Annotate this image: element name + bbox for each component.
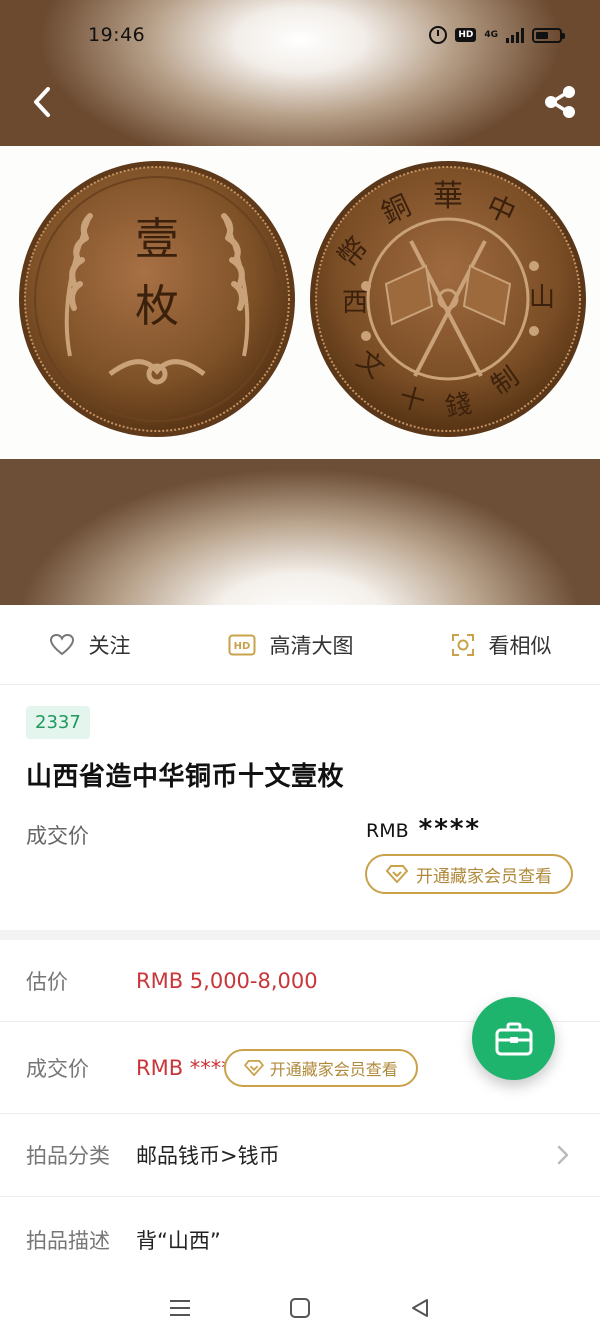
system-menu-button[interactable] [160,1293,200,1323]
back-triangle-icon [412,1299,428,1317]
reverse-left-char: 西 [342,288,368,318]
system-nav-bar [0,1283,600,1333]
status-icons: HD 4G [429,26,565,44]
deal-row-label: 成交价 [26,1056,89,1081]
share-icon [545,86,575,118]
description-value: 背“山西” [136,1229,221,1253]
briefcase-icon [495,1022,532,1055]
description-label: 拍品描述 [26,1229,110,1253]
hd-image-label: 高清大图 [269,633,354,658]
diamond-icon [386,865,408,883]
deal-currency: RMB [366,820,409,842]
open-vip-label: 开通藏家会员查看 [416,866,552,887]
status-bar: 19:46 HD 4G [0,0,600,70]
reverse-right-char: 山 [529,283,555,313]
deal-price-label: 成交价 [26,824,89,848]
floating-briefcase-button[interactable] [472,997,555,1080]
deal-price: RMB **** [366,814,481,844]
network-type-icon: 4G [484,30,498,40]
deal-price-masked: **** [418,814,482,844]
coin-reverse: 華 銅 中 幣 西 山 文 十 錢 制 [310,161,586,437]
deal-row-vip-button[interactable]: 开通藏家会员查看 [223,1048,418,1087]
chevron-right-icon [557,1145,569,1165]
section-divider [0,930,600,940]
description-row: 拍品描述 背“山西” [0,1197,600,1283]
lot-title: 山西省造中华铜币十文壹枚 [26,762,345,792]
coin-image: 壹 枚 華 銅 中 幣 西 山 文 十 錢 制 [19,161,586,437]
back-button[interactable] [22,82,62,122]
diamond-icon [243,1059,264,1076]
alarm-icon [429,26,448,44]
hd-icon: HD [455,28,477,42]
coin-obverse: 壹 枚 [19,161,295,437]
share-button[interactable] [538,80,582,124]
signal-icon [506,27,524,43]
action-row: 关注 HD 高清大图 看相似 [0,605,600,685]
system-back-button[interactable] [400,1293,440,1323]
lot-image[interactable]: 壹 枚 華 銅 中 幣 西 山 文 十 錢 制 [0,146,600,460]
heart-icon [49,633,74,655]
lot-info: 2337 山西省造中华铜币十文壹枚 成交价 RMB **** 开通藏家会员查看 [0,686,600,930]
find-similar-label: 看相似 [488,633,552,658]
reverse-bottom-char-3: 錢 [443,389,474,423]
deal-row-value: RMB **** [136,1055,232,1080]
lot-number-badge: 2337 [26,706,90,739]
estimate-value: RMB 5,000-8,000 [136,968,318,993]
menu-icon [170,1300,190,1316]
status-time: 19:46 [88,24,146,46]
scan-icon [451,633,474,656]
svg-text:HD: HD [233,641,250,652]
category-value: 邮品钱币>钱币 [136,1144,280,1168]
reverse-top-char-2: 華 [433,179,463,214]
system-home-button[interactable] [280,1293,320,1323]
estimate-label: 估价 [26,969,68,994]
follow-label: 关注 [88,633,131,658]
open-vip-button[interactable]: 开通藏家会员查看 [365,854,573,894]
battery-icon [532,27,565,43]
find-similar-button[interactable]: 看相似 [451,630,552,660]
follow-button[interactable]: 关注 [49,630,131,660]
hd-image-icon: HD [228,634,255,655]
obverse-char-bottom: 枚 [135,281,179,332]
home-square-icon [290,1298,310,1318]
hd-image-button[interactable]: HD 高清大图 [228,630,354,660]
image-bottom-background [0,459,600,605]
category-row[interactable]: 拍品分类 邮品钱币>钱币 [0,1114,600,1197]
obverse-char-top: 壹 [135,214,179,265]
category-label: 拍品分类 [26,1144,110,1168]
chevron-left-icon [34,87,50,117]
deal-row-vip-label: 开通藏家会员查看 [269,1059,398,1079]
